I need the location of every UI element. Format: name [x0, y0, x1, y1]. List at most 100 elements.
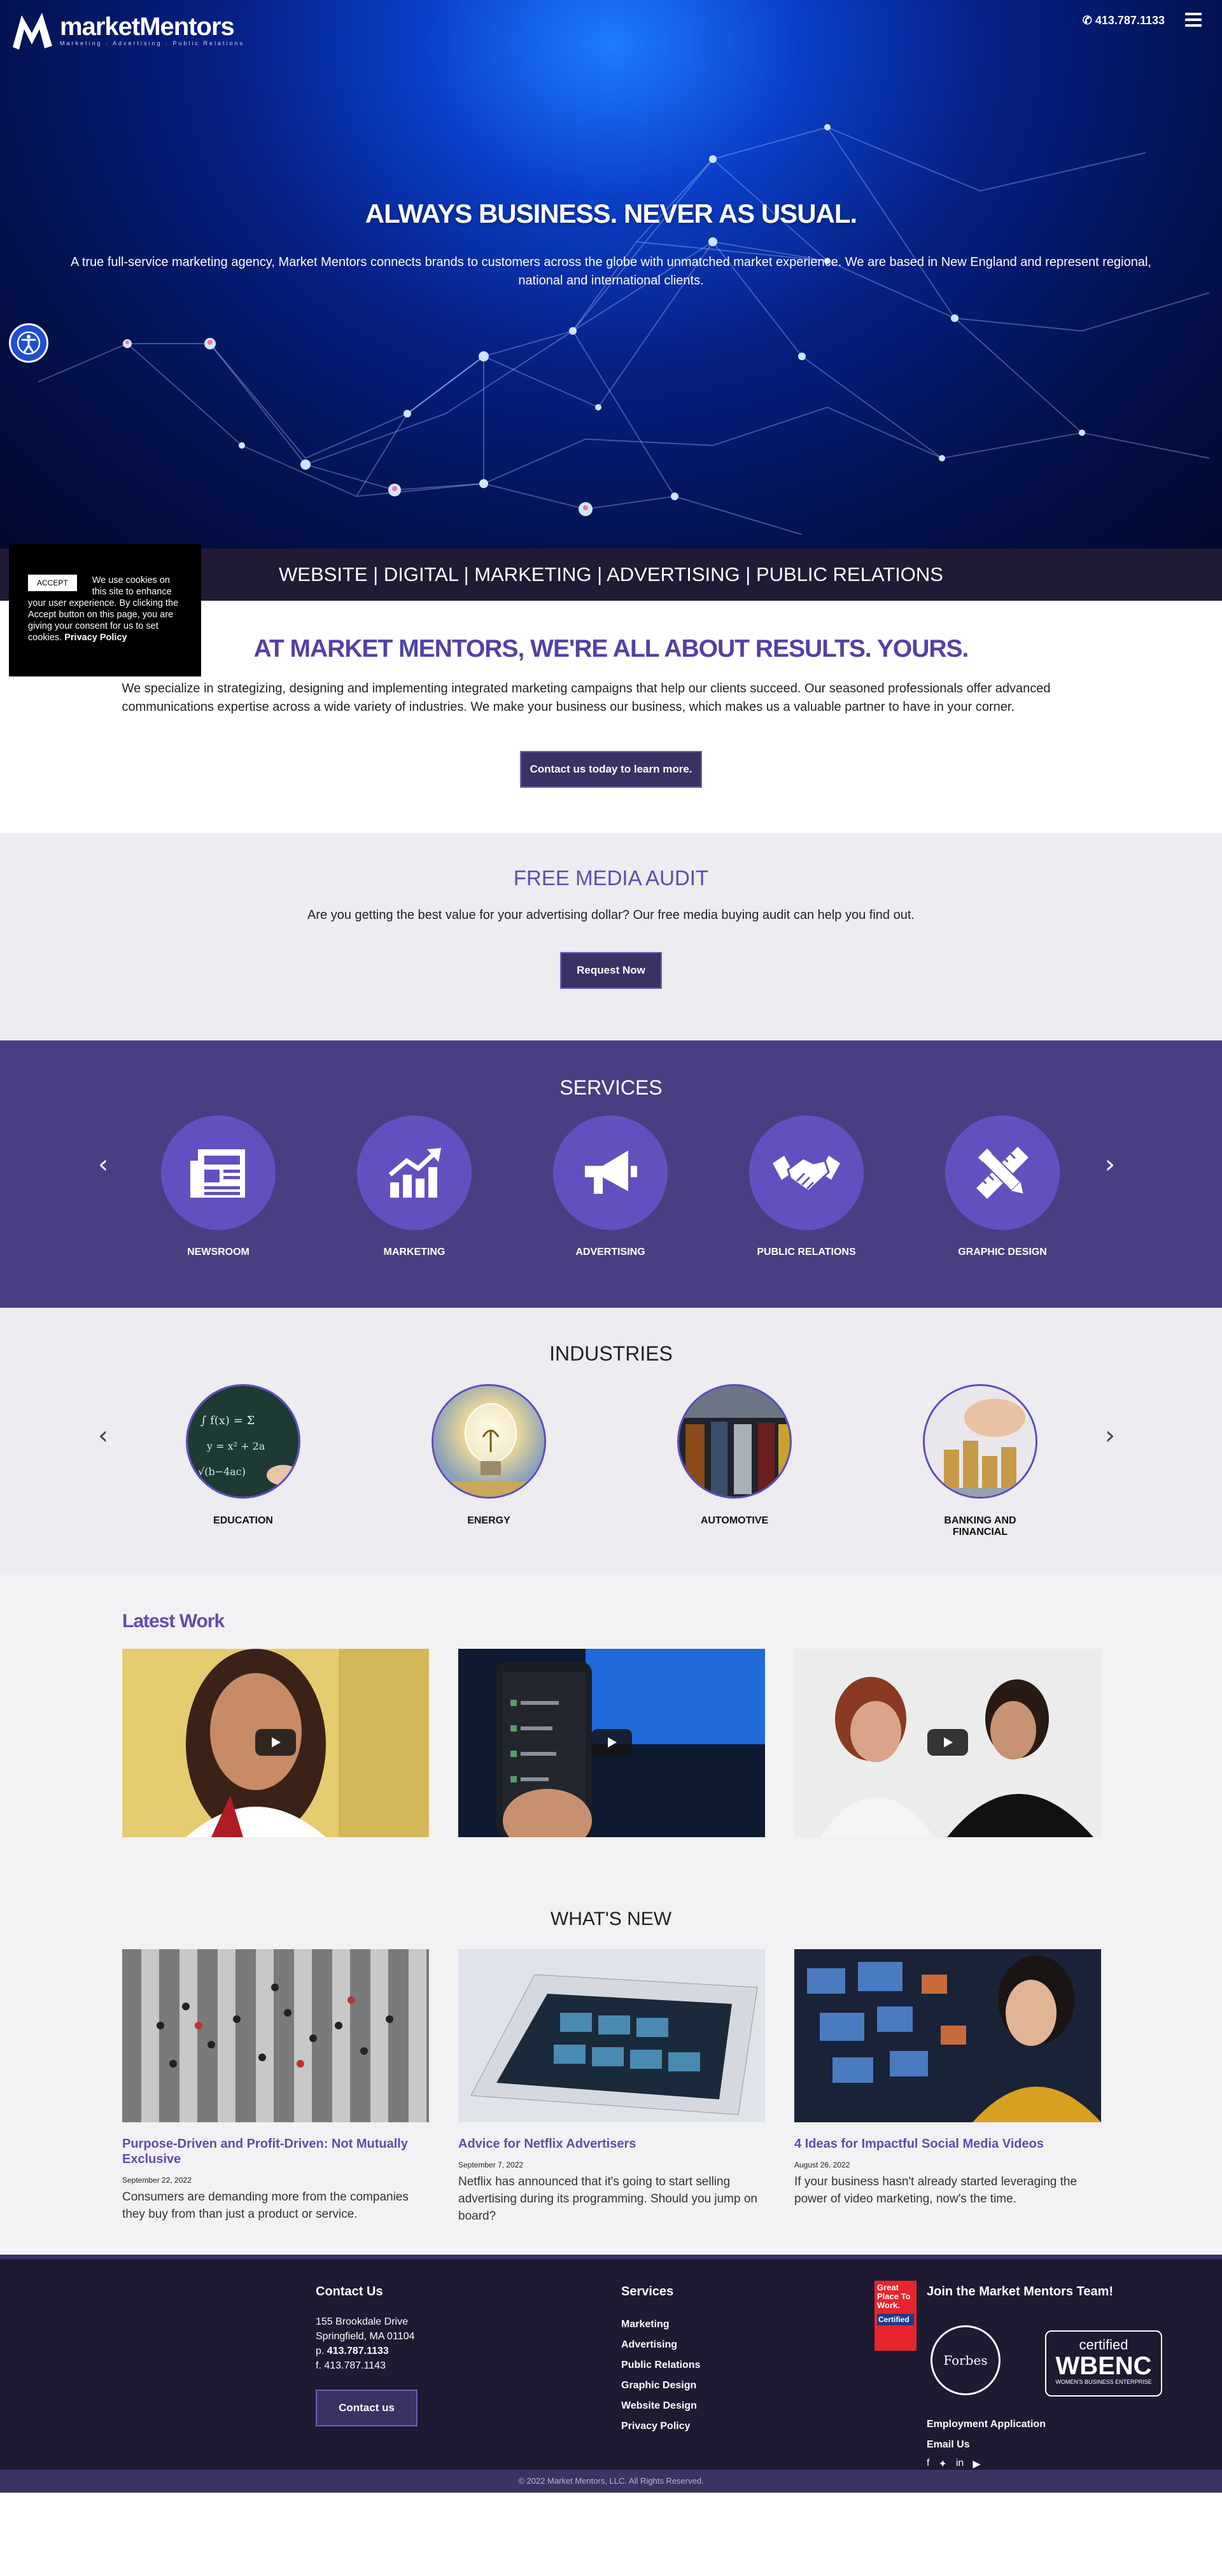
industry-label: EDUCATION [213, 1515, 273, 1526]
work-video-3[interactable] [794, 1649, 1101, 1837]
news-card-excerpt: Netflix has announced that it's going to… [458, 2175, 757, 2223]
service-marketing[interactable]: MARKETING [357, 1116, 472, 1258]
netflix-tablet-image [458, 1949, 765, 2122]
services-prev-arrow-icon[interactable]: ‹ [98, 1150, 108, 1179]
play-icon[interactable] [255, 1729, 296, 1756]
news-card-title[interactable]: Advice for Netflix Advertisers [458, 2136, 765, 2152]
industry-education[interactable]: ∫ f(x) = Σ y = x² + 2a √(b−4ac) EDUCATIO… [186, 1384, 300, 1538]
industries-section: INDUSTRIES ‹ › ∫ f(x) = Σ y = x² + 2a √(… [0, 1308, 1222, 1575]
footer-join: Join the Market Mentors Team! Forbes cer… [927, 2285, 1162, 2470]
services-next-arrow-icon[interactable]: › [1105, 1150, 1115, 1179]
logo-name: marketMentors [60, 13, 235, 41]
footer-services: Services Marketing Advertising Public Re… [621, 2285, 700, 2437]
request-now-button[interactable]: Request Now [560, 952, 662, 989]
linkedin-icon[interactable]: in [956, 2458, 964, 2470]
twitter-icon[interactable]: ✦ [938, 2458, 946, 2470]
footer-phone-label: p. [316, 2346, 325, 2356]
email-us-link[interactable]: Email Us [927, 2435, 1118, 2455]
footer-link-website-design[interactable]: Website Design [621, 2396, 700, 2416]
hero-text: A true full-service marketing agency, Ma… [71, 255, 1151, 288]
footer-services-title: Services [621, 2285, 674, 2299]
handshake-icon [773, 1156, 840, 1193]
footer-link-marketing[interactable]: Marketing [621, 2314, 700, 2335]
work-video-1[interactable] [122, 1649, 429, 1837]
news-card-date: September 7, 2022 [458, 2160, 524, 2169]
logo-mark-icon [13, 13, 52, 50]
industry-banking-financial[interactable]: BANKING AND FINANCIAL [923, 1384, 1037, 1538]
services-section: SERVICES ‹ › NEWSROOM MARKETING ADVERTIS… [0, 1040, 1222, 1308]
latest-work-section: Latest Work [0, 1575, 1222, 1880]
news-card-excerpt: If your business hasn't already started … [794, 2175, 1078, 2206]
growth-chart-icon [388, 1148, 441, 1198]
footer-link-advertising[interactable]: Advertising [621, 2335, 700, 2355]
privacy-policy-link[interactable]: Privacy Policy [64, 633, 127, 643]
accessibility-icon[interactable] [9, 323, 48, 363]
industry-label: ENERGY [467, 1515, 510, 1526]
news-card[interactable]: Advice for Netflix Advertisers September… [458, 1949, 765, 2270]
media-audit-section: FREE MEDIA AUDIT Are you getting the bes… [0, 833, 1222, 1040]
social-media-video-image [794, 1949, 1101, 2122]
site-footer: Contact Us 155 Brookdale Drive Springfie… [0, 2255, 1222, 2470]
hero-title: ALWAYS BUSINESS. NEVER AS USUAL. [365, 199, 857, 228]
wbenc-certified: certified [1079, 2337, 1128, 2353]
automotive-image [677, 1384, 792, 1499]
footer-contact: Contact Us 155 Brookdale Drive Springfie… [316, 2285, 418, 2426]
industries-next-arrow-icon[interactable]: › [1105, 1421, 1115, 1450]
energy-image [432, 1384, 546, 1499]
work-video-2[interactable] [458, 1649, 765, 1837]
service-advertising[interactable]: ADVERTISING [553, 1116, 668, 1258]
wbenc-badge: certified WBENC WOMEN'S BUSINESS ENTERPR… [1045, 2330, 1162, 2397]
industry-label: AUTOMOTIVE [700, 1515, 769, 1526]
news-card-title[interactable]: 4 Ideas for Impactful Social Media Video… [794, 2136, 1101, 2152]
whats-new-title: WHAT'S NEW [550, 1908, 672, 1929]
cookie-banner: ACCEPT We use cookies on this site to en… [9, 544, 201, 676]
svg-text:y = x² + 2a: y = x² + 2a [206, 1440, 265, 1452]
news-card-date: September 22, 2022 [122, 2176, 192, 2185]
play-icon[interactable] [591, 1729, 632, 1756]
footer-phone-link[interactable]: 413.787.1133 [327, 2346, 389, 2356]
hero-section: marketMentors Marketing · Advertising · … [0, 0, 1222, 549]
service-newsroom[interactable]: NEWSROOM [161, 1116, 276, 1258]
news-card-title[interactable]: Purpose-Driven and Profit-Driven: Not Mu… [122, 2136, 429, 2167]
header-phone-number: 413.787.1133 [1095, 14, 1165, 27]
hamburger-menu-icon[interactable] [1185, 13, 1202, 27]
service-graphic-design[interactable]: GRAPHIC DESIGN [945, 1116, 1060, 1258]
service-public-relations[interactable]: PUBLIC RELATIONS [749, 1116, 864, 1258]
footer-contact-button[interactable]: Contact us [316, 2390, 418, 2426]
phone-icon: ✆ [1082, 14, 1095, 27]
service-label: MARKETING [383, 1247, 446, 1257]
footer-link-graphic-design[interactable]: Graphic Design [621, 2376, 700, 2396]
svg-text:∫ f(x) = Σ: ∫ f(x) = Σ [200, 1414, 255, 1427]
cookie-accept-button[interactable]: ACCEPT [28, 575, 77, 591]
education-image: ∫ f(x) = Σ y = x² + 2a √(b−4ac) [186, 1384, 300, 1499]
industry-automotive[interactable]: AUTOMOTIVE [677, 1384, 792, 1538]
wbenc-name: WBENC [1055, 2352, 1152, 2380]
pencil-ruler-icon [976, 1146, 1029, 1200]
results-text: We specialize in strategizing, designing… [122, 682, 1051, 714]
site-logo[interactable]: marketMentors Marketing · Advertising · … [10, 9, 244, 51]
footer-contact-title: Contact Us [316, 2285, 383, 2299]
header-phone-link[interactable]: ✆ 413.787.1133 [1083, 14, 1165, 27]
great-place-to-work-badge: Great Place To Work. Certified [874, 2281, 916, 2351]
footer-phone: p. 413.787.1133 [316, 2344, 418, 2358]
play-icon[interactable] [927, 1729, 968, 1756]
industry-energy[interactable]: ENERGY [432, 1384, 546, 1538]
footer-address-2: Springfield, MA 01104 [316, 2331, 415, 2342]
gptw-certified: Certified [877, 2314, 914, 2325]
footer-link-public-relations[interactable]: Public Relations [621, 2355, 700, 2376]
wbenc-sub: WOMEN'S BUSINESS ENTERPRISE [1055, 2379, 1152, 2385]
employment-application-link[interactable]: Employment Application [927, 2414, 1118, 2435]
news-card[interactable]: 4 Ideas for Impactful Social Media Video… [794, 1949, 1101, 2270]
service-label: ADVERTISING [575, 1247, 645, 1257]
news-card-excerpt: Consumers are demanding more from the co… [122, 2190, 409, 2221]
service-label: NEWSROOM [187, 1247, 249, 1257]
facebook-icon[interactable]: f [927, 2458, 929, 2470]
newspaper-icon [190, 1149, 245, 1198]
footer-link-privacy-policy[interactable]: Privacy Policy [621, 2416, 700, 2437]
svg-text:√(b−4ac): √(b−4ac) [198, 1466, 246, 1478]
news-card[interactable]: Purpose-Driven and Profit-Driven: Not Mu… [122, 1949, 429, 2270]
contact-learn-more-button[interactable]: Contact us today to learn more. [520, 751, 702, 788]
footer-fax: f. 413.787.1143 [316, 2360, 386, 2371]
youtube-icon[interactable]: ▶ [973, 2458, 980, 2470]
industries-prev-arrow-icon[interactable]: ‹ [98, 1421, 108, 1450]
